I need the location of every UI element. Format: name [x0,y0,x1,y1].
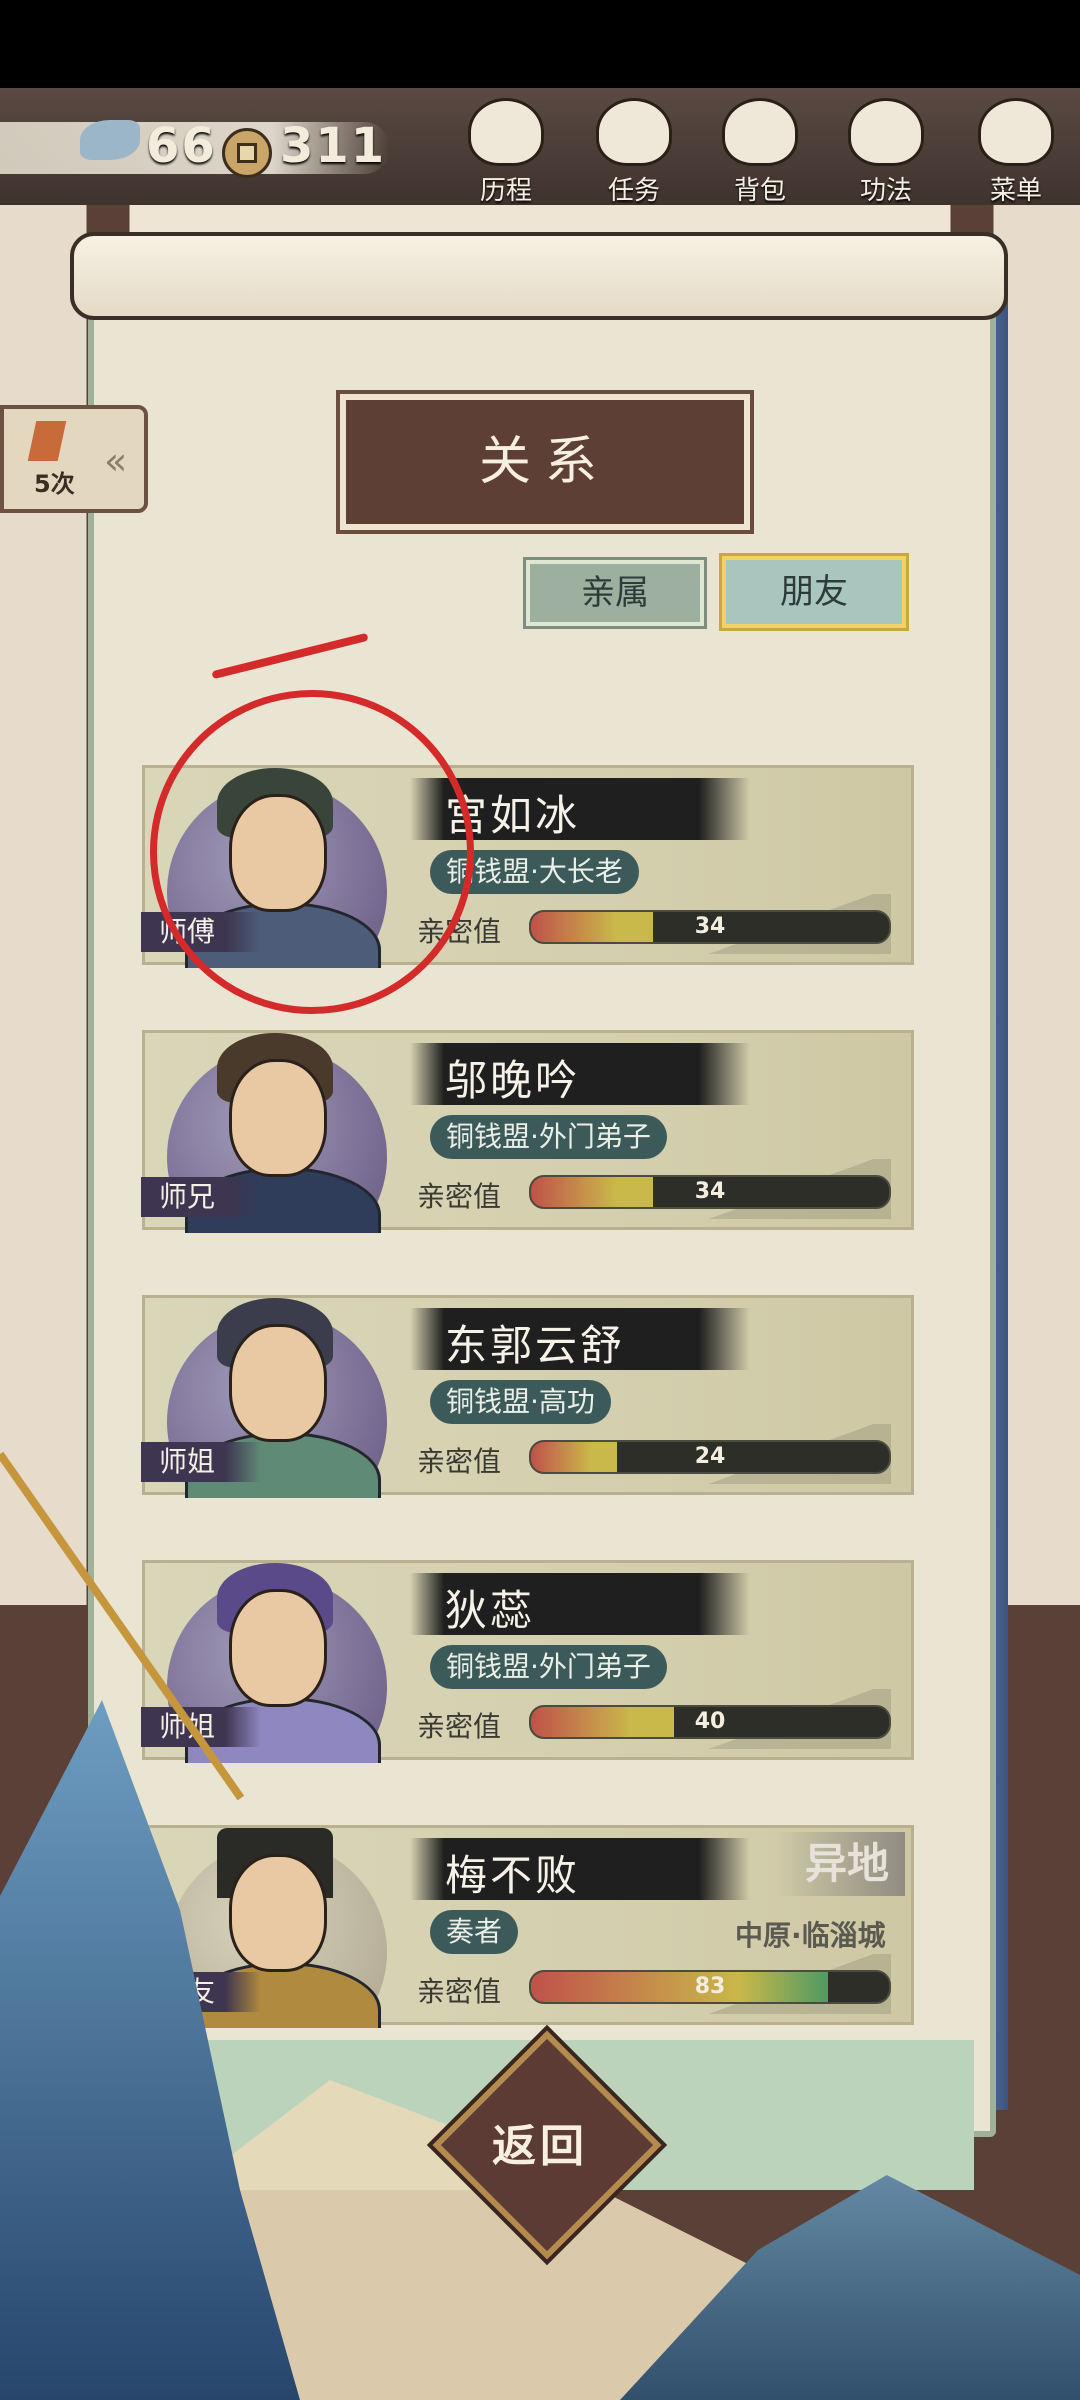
contact-name: 梅不败 [445,1851,581,1900]
contact-name: 狄蕊 [445,1586,536,1635]
nav-history-label: 历程 [479,176,532,206]
skill-scroll-icon [848,98,924,166]
location-text: 中原·临淄城 [735,1919,886,1952]
status-strip [0,0,1080,88]
fan-menu-icon [978,98,1054,166]
contact-card[interactable]: 朋友 梅不败 奏者 异地 中原·临淄城 亲密值 83 [141,1825,914,2028]
role-tag: 师兄 [141,1177,261,1217]
intimacy-bar: 24 [529,1440,891,1474]
page-title: 关系 [478,432,611,492]
faction-tag: 铜钱盟·外门弟子 [430,1115,667,1159]
side-counter-count: 5次 [34,470,75,498]
history-icon [468,98,544,166]
contact-card[interactable]: 师姐 东郭云舒 铜钱盟·高功 亲密值 24 [141,1295,914,1498]
nav-history-button[interactable]: 历程 [446,98,566,207]
quest-icon [596,98,672,166]
intimacy-label: 亲密值 [417,1180,502,1213]
coin-icon [222,128,272,178]
contact-card[interactable]: 师姐 狄蕊 铜钱盟·外门弟子 亲密值 40 [141,1560,914,1763]
nav-skill-label: 功法 [859,176,912,206]
coin-count: 311 [280,118,387,174]
role-tag: 师姐 [141,1442,261,1482]
intimacy-bar: 34 [529,1175,891,1209]
intimacy-bar: 83 [529,1970,891,2004]
nav-bag-button[interactable]: 背包 [700,98,820,207]
contact-name: 东郭云舒 [445,1321,626,1370]
scroll-rod [70,232,1008,320]
faction-tag: 奏者 [430,1910,519,1954]
contact-name: 邬晚吟 [445,1056,581,1105]
intimacy-value: 40 [694,1709,726,1734]
nav-bag-label: 背包 [733,176,786,206]
top-bar: 66 311 历程 任务 背包 功法 菜单 [0,0,1080,207]
contact-card[interactable]: 师兄 邬晚吟 铜钱盟·外门弟子 亲密值 34 [141,1030,914,1233]
faction-tag: 铜钱盟·外门弟子 [430,1645,667,1689]
tab-friend[interactable]: 朋友 [722,556,906,628]
remote-badge: 异地 [775,1832,905,1896]
nav-quest-button[interactable]: 任务 [574,98,694,207]
brush-icon [27,421,67,461]
intimacy-bar: 40 [529,1705,891,1739]
intimacy-value: 83 [694,1974,726,1999]
chevron-left-icon: « [104,439,128,483]
intimacy-bar: 34 [529,910,891,944]
intimacy-value: 34 [694,1179,726,1204]
nav-menu-label: 菜单 [989,176,1042,206]
intimacy-value: 24 [694,1444,726,1469]
jade-icon [80,120,140,160]
intimacy-value: 34 [694,914,726,939]
intimacy-label: 亲密值 [417,1445,502,1478]
nav-skill-button[interactable]: 功法 [826,98,946,207]
intimacy-label: 亲密值 [417,1710,502,1743]
return-label[interactable]: 返回 [480,2110,600,2174]
title-plaque: 关系 [336,390,754,534]
tab-kin[interactable]: 亲属 [526,560,704,626]
faction-tag: 铜钱盟·高功 [430,1380,611,1424]
jade-count: 66 [146,118,217,174]
nav-quest-label: 任务 [607,176,660,206]
side-counter-tab[interactable]: 5次 « [0,405,148,513]
nav-menu-button[interactable]: 菜单 [956,98,1076,207]
bag-icon [722,98,798,166]
intimacy-label: 亲密值 [417,1975,502,2008]
